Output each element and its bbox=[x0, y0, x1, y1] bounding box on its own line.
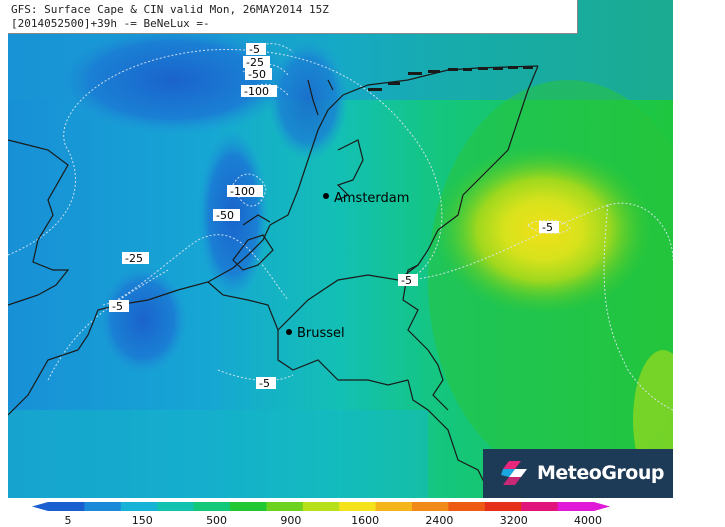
contour-label: -50 bbox=[248, 68, 266, 81]
contour-label: -5 bbox=[259, 377, 270, 390]
legend-swatch bbox=[521, 502, 559, 511]
contour-label: -50 bbox=[216, 209, 234, 222]
map-run-info: [2014052500]+39h -= BeNeLux =- bbox=[11, 17, 210, 30]
contour-label: -100 bbox=[244, 85, 269, 98]
contour-label: -25 bbox=[125, 252, 143, 265]
contour-label: -5 bbox=[542, 221, 553, 234]
amsterdam-label: Amsterdam bbox=[334, 191, 409, 206]
contour-label: -5 bbox=[401, 274, 412, 287]
legend-arrow-low bbox=[32, 502, 48, 511]
contour-label: -5 bbox=[112, 300, 123, 313]
legend-swatch bbox=[339, 502, 377, 511]
legend-swatch bbox=[557, 502, 595, 511]
amsterdam-marker bbox=[323, 193, 329, 199]
legend-swatch bbox=[302, 502, 340, 511]
legend-arrow-high bbox=[594, 502, 610, 511]
map-header: GFS: Surface Cape & CIN valid Mon, 26MAY… bbox=[8, 0, 578, 34]
legend-tick-label: 900 bbox=[280, 514, 302, 527]
legend-swatch bbox=[484, 502, 522, 511]
contour-label: -100 bbox=[230, 185, 255, 198]
legend-swatch bbox=[448, 502, 486, 511]
cape-map: Amsterdam Brussel -5 -25 -50 -100 -100 -… bbox=[8, 0, 673, 498]
legend-tick-label: 150 bbox=[131, 514, 153, 527]
legend-tick-label: 500 bbox=[206, 514, 228, 527]
legend-tick-label: 3200 bbox=[499, 514, 528, 527]
contour-label: -5 bbox=[249, 43, 260, 56]
legend-swatch bbox=[412, 502, 449, 511]
meteogroup-logo-icon bbox=[501, 461, 527, 485]
map-title: GFS: Surface Cape & CIN valid Mon, 26MAY… bbox=[11, 3, 329, 16]
meteogroup-logo: MeteoGroup bbox=[483, 449, 673, 498]
legend-swatch bbox=[157, 502, 195, 511]
brussel-label: Brussel bbox=[297, 326, 345, 341]
legend-swatch bbox=[193, 502, 231, 511]
legend-swatch bbox=[266, 502, 304, 511]
legend-tick-label: 5 bbox=[64, 514, 72, 527]
legend-tick-label: 1600 bbox=[351, 514, 380, 527]
brussel-marker bbox=[286, 329, 292, 335]
legend-tick-label: 2400 bbox=[425, 514, 454, 527]
color-legend bbox=[32, 502, 610, 511]
legend-swatch bbox=[84, 502, 122, 511]
low-cape-zone-southwest bbox=[98, 265, 188, 375]
legend-swatch bbox=[375, 502, 413, 511]
legend-tick-label: 4000 bbox=[574, 514, 602, 527]
meteogroup-logo-text: MeteoGroup bbox=[537, 462, 664, 484]
legend-swatch bbox=[230, 502, 267, 511]
legend-swatch bbox=[120, 502, 158, 511]
legend-swatch bbox=[48, 502, 85, 511]
